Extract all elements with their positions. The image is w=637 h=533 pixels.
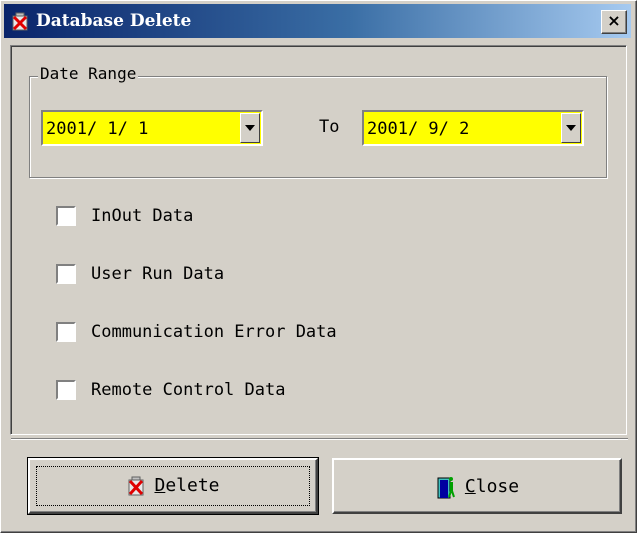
inout-data-label[interactable]: InOut Data xyxy=(91,206,193,226)
to-date-select[interactable]: 2001/ 9/ 2 xyxy=(362,110,584,146)
remote-control-data-checkbox[interactable] xyxy=(56,380,76,400)
to-date-value: 2001/ 9/ 2 xyxy=(367,119,470,139)
communication-error-data-checkbox[interactable] xyxy=(56,322,76,342)
option-communication-error-data[interactable]: Communication Error Data xyxy=(56,320,456,344)
date-range-legend: Date Range xyxy=(38,64,139,83)
close-accel-key: C xyxy=(464,476,476,497)
user-run-data-label[interactable]: User Run Data xyxy=(91,264,224,284)
option-user-run-data[interactable]: User Run Data xyxy=(56,262,296,286)
to-label: To xyxy=(319,117,340,137)
title-bar[interactable]: Database Delete × xyxy=(4,4,631,38)
remote-control-data-label[interactable]: Remote Control Data xyxy=(91,380,285,400)
door-exit-icon xyxy=(437,477,455,499)
delete-icon xyxy=(128,476,144,496)
communication-error-data-label[interactable]: Communication Error Data xyxy=(91,322,337,342)
close-button-label: lose xyxy=(475,476,520,497)
option-remote-control-data[interactable]: Remote Control Data xyxy=(56,378,386,402)
close-icon: × xyxy=(607,11,621,30)
from-date-value: 2001/ 1/ 1 xyxy=(46,119,149,139)
window-title: Database Delete xyxy=(36,11,192,31)
separator xyxy=(11,438,628,440)
close-window-button[interactable]: × xyxy=(601,10,627,34)
user-run-data-checkbox[interactable] xyxy=(56,264,76,284)
close-button[interactable]: Close xyxy=(332,458,622,514)
delete-icon xyxy=(12,12,28,31)
option-inout-data[interactable]: InOut Data xyxy=(56,204,256,228)
from-date-dropdown-button[interactable] xyxy=(240,113,260,143)
delete-accel-key: D xyxy=(154,475,166,496)
database-delete-dialog: Database Delete × Date Range 2001/ 1/ 1 … xyxy=(0,0,637,533)
delete-button[interactable]: Delete xyxy=(27,457,319,515)
from-date-select[interactable]: 2001/ 1/ 1 xyxy=(41,110,263,146)
to-date-dropdown-button[interactable] xyxy=(561,113,581,143)
delete-button-label: elete xyxy=(165,475,220,496)
inout-data-checkbox[interactable] xyxy=(56,206,76,226)
